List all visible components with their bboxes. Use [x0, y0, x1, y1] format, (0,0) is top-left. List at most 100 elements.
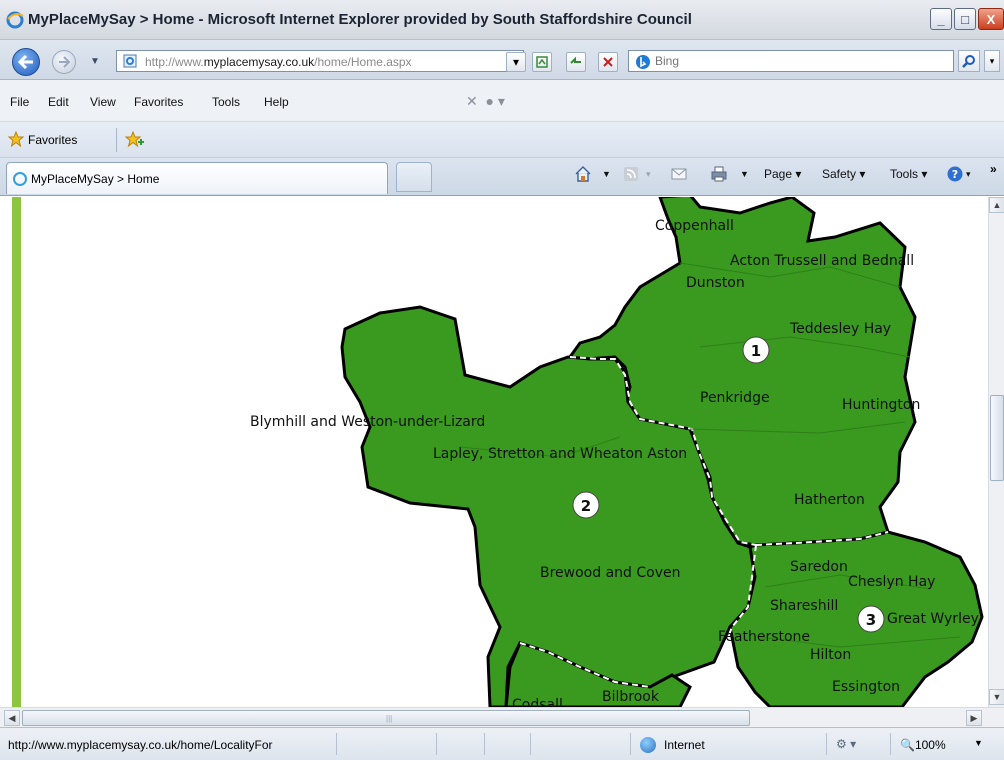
window-title-bar: MyPlaceMySay > Home - Microsoft Internet… [0, 0, 1004, 40]
maximize-button[interactable]: □ [954, 8, 976, 30]
label-brewood[interactable]: Brewood and Coven [540, 565, 681, 581]
area-marker-2[interactable]: 2 [572, 491, 600, 519]
horizontal-scrollbar[interactable]: ◀ ||| ▶ [0, 707, 1004, 727]
feeds-icon[interactable] [622, 165, 640, 183]
status-bar: http://www.myplacemysay.co.uk/home/Local… [0, 727, 1004, 760]
scroll-down-button[interactable]: ▼ [989, 689, 1004, 705]
bing-icon [636, 55, 650, 69]
page-menu[interactable]: Page ▾ [764, 167, 801, 181]
help-icon[interactable]: ? [946, 165, 964, 183]
window-title: MyPlaceMySay > Home - Microsoft Internet… [28, 11, 692, 28]
status-divider [530, 733, 531, 755]
back-button[interactable] [12, 48, 40, 76]
vertical-scroll-thumb[interactable] [990, 395, 1004, 481]
label-shareshill[interactable]: Shareshill [770, 598, 838, 614]
label-saredon[interactable]: Saredon [790, 559, 848, 575]
address-dropdown[interactable]: ▾ [506, 52, 526, 72]
scroll-right-button[interactable]: ▶ [966, 710, 982, 726]
tab-command-bar: MyPlaceMySay > Home ▼ ▾ ▼ Page ▾ Safety … [0, 158, 1004, 196]
status-divider [484, 733, 485, 755]
zoom-level[interactable]: 🔍100% [900, 738, 946, 752]
favorites-bar: Favorites [0, 122, 1004, 158]
home-dropdown[interactable]: ▼ [602, 169, 611, 179]
ie-logo-icon [6, 11, 24, 29]
status-divider [336, 733, 337, 755]
search-input[interactable] [655, 53, 945, 69]
print-dropdown[interactable]: ▼ [740, 169, 749, 179]
internet-zone-icon [640, 737, 656, 753]
area-marker-1[interactable]: 1 [742, 336, 770, 364]
favorites-star-icon[interactable] [8, 131, 24, 147]
status-divider [436, 733, 437, 755]
menu-bar: File Edit View Favorites Tools Help ✕ ● … [0, 80, 1004, 122]
compatibility-view-button[interactable] [532, 52, 552, 72]
label-acton-trussell[interactable]: Acton Trussell and Bednall [730, 253, 914, 269]
read-mail-icon[interactable] [670, 165, 688, 183]
label-coppenhall[interactable]: Coppenhall [655, 218, 734, 234]
status-divider [890, 733, 891, 755]
scroll-up-button[interactable]: ▲ [989, 197, 1004, 213]
feeds-dropdown[interactable]: ▾ [646, 169, 651, 180]
vertical-scrollbar[interactable]: ▲ ▼ [988, 197, 1004, 707]
label-huntington[interactable]: Huntington [842, 397, 920, 413]
arrow-right-icon [59, 56, 70, 68]
tools-menu[interactable]: Tools ▾ [890, 167, 927, 181]
loading-icon [13, 172, 27, 186]
help-dropdown[interactable]: ▾ [966, 169, 971, 180]
search-button[interactable] [958, 50, 980, 72]
area-marker-2-label: 2 [581, 497, 591, 515]
stop-button[interactable] [598, 52, 618, 72]
tab-myplacemysay-home[interactable]: MyPlaceMySay > Home [6, 162, 388, 194]
security-zone-label[interactable]: Internet [664, 738, 705, 752]
favorites-button[interactable]: Favorites [28, 133, 77, 147]
label-cheslyn-hay[interactable]: Cheslyn Hay [848, 574, 935, 590]
label-hilton[interactable]: Hilton [810, 647, 851, 663]
more-commands-chevron[interactable]: » [990, 162, 997, 176]
label-hatherton[interactable]: Hatherton [794, 492, 865, 508]
window-controls: _ □ X [930, 8, 1004, 30]
label-blymhill[interactable]: Blymhill and Weston-under-Lizard [250, 414, 485, 430]
label-bilbrook[interactable]: Bilbrook [602, 689, 660, 705]
label-codsall[interactable]: Codsall [512, 697, 563, 707]
protected-mode-icon[interactable]: ⚙ ▾ [836, 737, 856, 751]
search-options-dropdown[interactable]: ▾ [984, 50, 1000, 72]
close-button[interactable]: X [978, 8, 1004, 30]
recent-pages-dropdown[interactable]: ▼ [90, 56, 100, 67]
menu-edit[interactable]: Edit [48, 95, 69, 109]
address-field[interactable]: http://www.myplacemysay.co.uk/home/Home.… [116, 50, 524, 72]
address-toolbar: ▼ http://www.myplacemysay.co.uk/home/Hom… [0, 40, 1004, 80]
compatibility-icon [536, 56, 548, 68]
safety-menu[interactable]: Safety ▾ [822, 167, 865, 181]
print-icon[interactable] [710, 165, 728, 183]
label-dunston[interactable]: Dunston [686, 275, 745, 291]
menu-tools[interactable]: Tools [212, 95, 240, 109]
page-left-stripe [12, 197, 21, 707]
scroll-left-button[interactable]: ◀ [4, 710, 20, 726]
label-penkridge[interactable]: Penkridge [700, 390, 770, 406]
stop-icon [603, 57, 613, 67]
label-great-wyrley[interactable]: Great Wyrley [887, 611, 979, 627]
label-featherstone[interactable]: Featherstone [718, 629, 810, 645]
area-marker-3[interactable]: 3 [857, 605, 885, 633]
menu-view[interactable]: View [90, 95, 116, 109]
label-lapley[interactable]: Lapley, Stretton and Wheaton Aston [433, 446, 687, 462]
locality-map: Coppenhall Acton Trussell and Bednall Du… [250, 197, 984, 707]
label-essington[interactable]: Essington [832, 679, 900, 695]
zoom-dropdown[interactable]: ▼ [974, 738, 983, 748]
search-icon [962, 55, 975, 68]
area-marker-1-label: 1 [751, 342, 761, 360]
minimize-button[interactable]: _ [930, 8, 952, 30]
add-favorite-icon[interactable] [124, 131, 144, 149]
new-tab-button[interactable] [396, 162, 432, 192]
forward-button[interactable] [52, 50, 76, 74]
scroll-grip-icon: ||| [386, 714, 393, 723]
home-icon[interactable] [574, 165, 592, 183]
menu-favorites[interactable]: Favorites [134, 95, 183, 109]
menu-file[interactable]: File [10, 95, 29, 109]
toolbar-extra-icons[interactable]: ✕ ● ▾ [466, 93, 505, 110]
refresh-button[interactable] [566, 52, 586, 72]
svg-text:?: ? [952, 168, 958, 181]
label-teddesley-hay[interactable]: Teddesley Hay [789, 321, 891, 337]
search-box[interactable] [628, 50, 954, 72]
menu-help[interactable]: Help [264, 95, 289, 109]
